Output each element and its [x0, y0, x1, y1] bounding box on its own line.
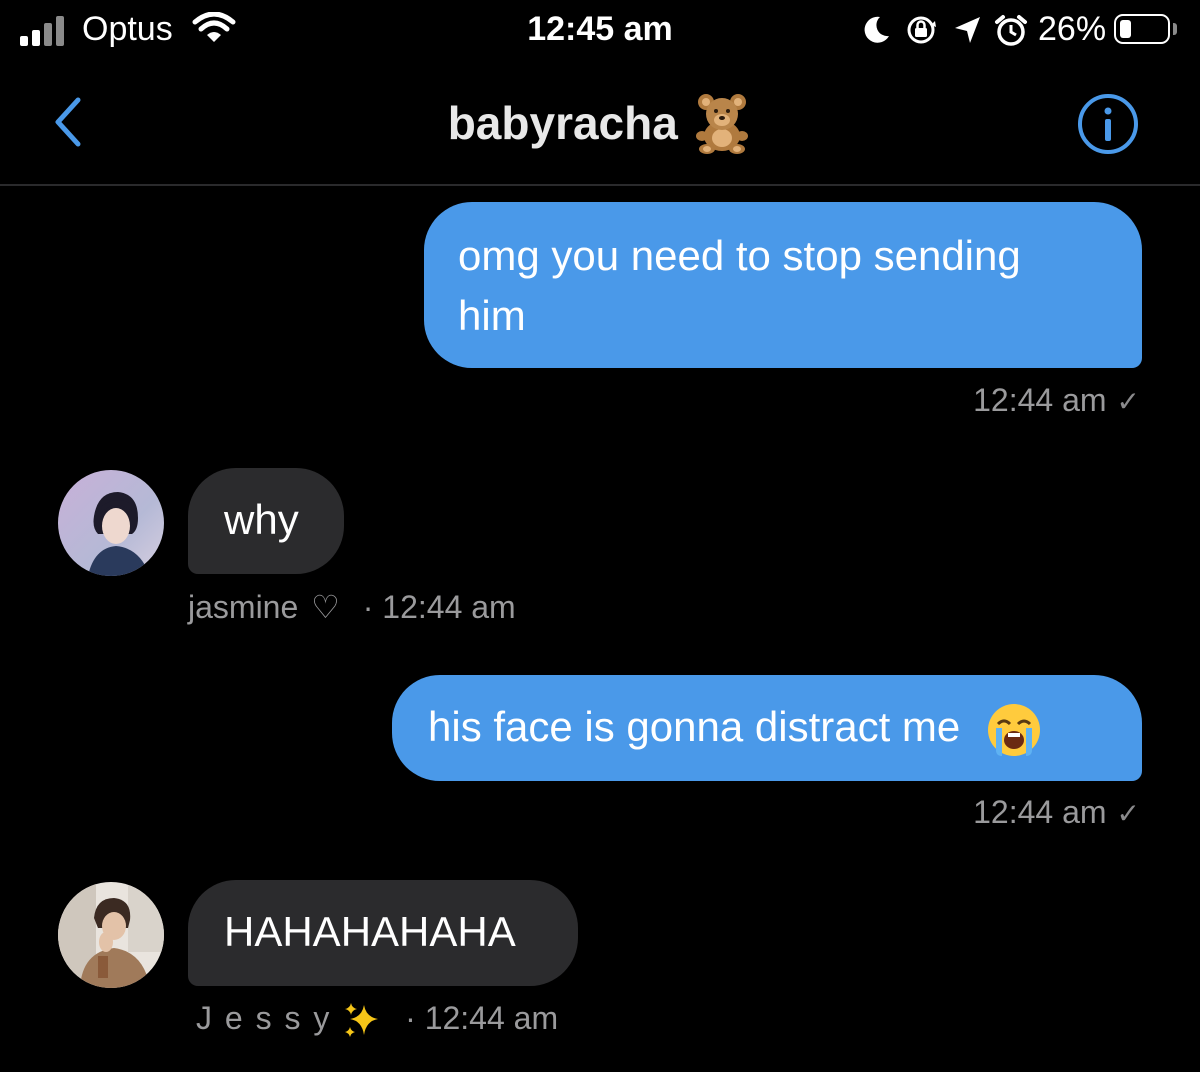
location-arrow-icon [955, 17, 980, 43]
conversation-title-wrap[interactable]: babyracha [0, 92, 1200, 154]
timestamp-text: · 12:44 am [362, 589, 516, 625]
conversation-header: babyracha [0, 64, 1200, 186]
checkmark-icon: ✓ [1116, 386, 1140, 417]
alarm-icon [995, 15, 1027, 46]
moon-icon [864, 16, 889, 43]
sender-name: J e s s y [196, 1000, 332, 1036]
status-bar: Optus 12:45 am 26% [0, 0, 1200, 64]
message-timestamp: 12:44 am ✓ [700, 794, 1140, 831]
battery-cap [1173, 23, 1177, 35]
message-text: his face is gonna distract me [428, 703, 961, 750]
timestamp-text: · 12:44 am [405, 1000, 559, 1036]
avatar[interactable] [58, 882, 164, 988]
timestamp-text: 12:44 am [973, 382, 1107, 418]
message-sender-meta: J e s s y · 12:44 am [196, 1000, 558, 1041]
info-circle-icon[interactable] [1076, 92, 1140, 156]
outgoing-message-bubble[interactable]: omg you need to stop sending him [424, 202, 1142, 368]
message-sender-meta: jasmine ♡ · 12:44 am [188, 588, 516, 626]
teddy-bear-emoji [696, 94, 749, 154]
timestamp-text: 12:44 am [973, 794, 1107, 830]
battery-icon [1114, 14, 1170, 44]
sparkles-emoji [345, 1002, 379, 1037]
message-text: why [224, 496, 299, 543]
sender-name: jasmine [188, 589, 299, 625]
conversation-title[interactable]: babyracha [448, 97, 678, 149]
checkmark-icon: ✓ [1116, 798, 1140, 829]
incoming-message-bubble[interactable]: HAHAHAHAHA [188, 880, 578, 986]
avatar-photo [58, 882, 164, 988]
rotation-lock-icon [907, 16, 936, 44]
message-text-line: him [458, 292, 526, 339]
message-timestamp: 12:44 am ✓ [700, 382, 1140, 419]
avatar-photo [58, 470, 164, 576]
incoming-message-bubble[interactable]: why [188, 468, 344, 574]
battery-fill [1120, 20, 1131, 38]
avatar[interactable] [58, 470, 164, 576]
message-text: HAHAHAHAHA [224, 908, 516, 955]
heart-icon: ♡ [311, 589, 340, 625]
battery-percent: 26% [1038, 10, 1107, 48]
loudly-crying-face-emoji [987, 703, 1040, 756]
message-text-line: omg you need to stop sending [458, 232, 1021, 279]
outgoing-message-bubble[interactable]: his face is gonna distract me [392, 675, 1142, 781]
